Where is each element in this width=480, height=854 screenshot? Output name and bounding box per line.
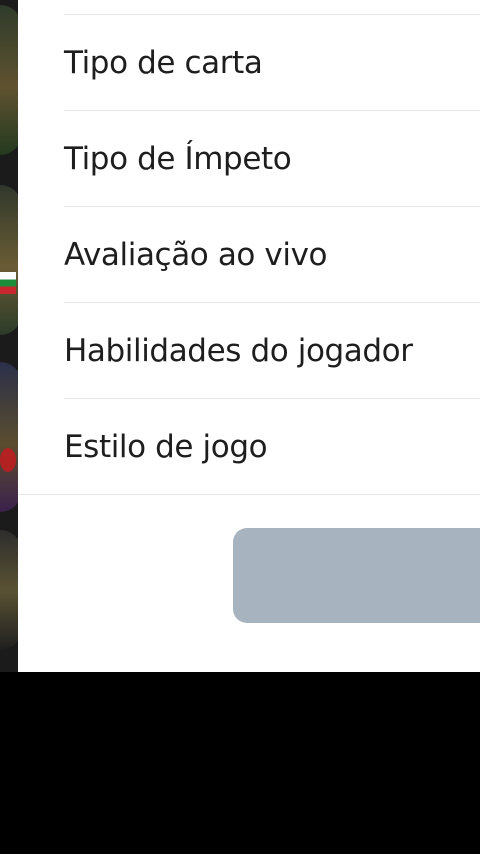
nation-flag-icon bbox=[0, 272, 16, 294]
option-label: Tipo de carta bbox=[64, 45, 263, 81]
filter-option-player-skills[interactable]: Habilidades do jogador bbox=[18, 303, 480, 399]
player-card-thumbnail bbox=[0, 5, 20, 155]
filter-option-list: Tipo de carta Tipo de Ímpeto Avaliação a… bbox=[18, 15, 480, 495]
filter-option-momentum-type[interactable]: Tipo de Ímpeto bbox=[18, 111, 480, 207]
option-label: Estilo de jogo bbox=[64, 429, 268, 465]
player-card-thumbnail bbox=[0, 185, 20, 335]
background-player-list bbox=[0, 0, 20, 672]
divider bbox=[18, 494, 480, 495]
filter-option-playing-style[interactable]: Estilo de jogo bbox=[18, 399, 480, 495]
filter-option-card-type[interactable]: Tipo de carta bbox=[18, 15, 480, 111]
option-label: Tipo de Ímpeto bbox=[64, 141, 292, 177]
option-label: Habilidades do jogador bbox=[64, 333, 413, 369]
apply-button[interactable] bbox=[233, 528, 480, 623]
filter-option-live-rating[interactable]: Avaliação ao vivo bbox=[18, 207, 480, 303]
player-card-thumbnail bbox=[0, 530, 20, 650]
option-label: Avaliação ao vivo bbox=[64, 237, 328, 273]
screen: Tipo de carta Tipo de Ímpeto Avaliação a… bbox=[0, 0, 480, 854]
filter-sheet: Tipo de carta Tipo de Ímpeto Avaliação a… bbox=[18, 0, 480, 672]
player-card-thumbnail bbox=[0, 362, 20, 512]
club-badge-icon bbox=[0, 448, 16, 472]
